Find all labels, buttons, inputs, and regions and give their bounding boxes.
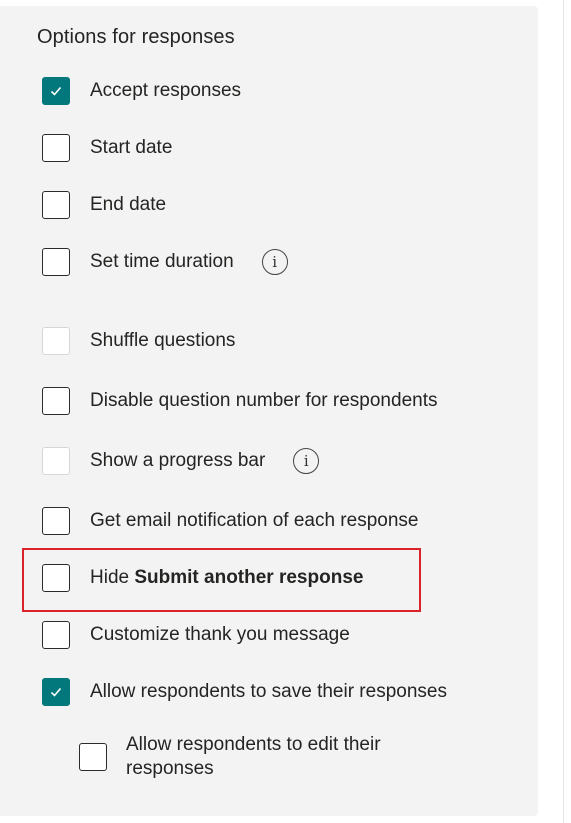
checkbox-disable-question-number[interactable] bbox=[42, 387, 70, 415]
checkmark-icon bbox=[50, 86, 62, 96]
panel-title: Options for responses bbox=[37, 26, 235, 48]
option-label: Start date bbox=[90, 137, 173, 158]
option-label: Disable question number for respondents bbox=[90, 390, 438, 411]
checkbox-start-date[interactable] bbox=[42, 134, 70, 162]
checkbox-hide-submit-another[interactable] bbox=[42, 564, 70, 592]
info-icon[interactable]: i bbox=[261, 249, 288, 275]
checkbox-show-progress-bar[interactable] bbox=[42, 447, 70, 475]
option-label: Get email notification of each response bbox=[90, 510, 419, 531]
option-label: Allow respondents to edit their response… bbox=[126, 734, 381, 779]
option-label: Hide Submit another response bbox=[90, 567, 363, 589]
checkmark-icon bbox=[50, 687, 62, 697]
checkbox-allow-edit[interactable] bbox=[79, 743, 107, 771]
option-allow-edit[interactable]: Allow respondents to edit their response… bbox=[79, 733, 426, 781]
option-set-time-duration[interactable]: Set time duration i bbox=[42, 248, 288, 276]
option-label: Set time duration bbox=[90, 251, 234, 272]
checkbox-end-date[interactable] bbox=[42, 191, 70, 219]
option-hide-submit-another[interactable]: Hide Submit another response bbox=[42, 564, 363, 592]
option-customize-thank-you[interactable]: Customize thank you message bbox=[42, 621, 350, 649]
option-allow-save[interactable]: Allow respondents to save their response… bbox=[42, 678, 447, 706]
info-icon[interactable]: i bbox=[293, 448, 320, 474]
option-label: Shuffle questions bbox=[90, 330, 236, 351]
option-label: Show a progress bar bbox=[90, 450, 266, 471]
option-end-date[interactable]: End date bbox=[42, 191, 166, 219]
option-disable-question-number[interactable]: Disable question number for respondents bbox=[42, 387, 437, 415]
option-label-prefix: Hide bbox=[90, 567, 130, 588]
option-label: End date bbox=[90, 194, 167, 215]
option-label: Customize thank you message bbox=[90, 624, 350, 645]
checkbox-shuffle-questions[interactable] bbox=[42, 327, 70, 355]
option-show-progress-bar[interactable]: Show a progress bar i bbox=[42, 447, 320, 475]
scrollbar-track bbox=[563, 0, 564, 823]
option-start-date[interactable]: Start date bbox=[42, 134, 172, 162]
option-label: Allow respondents to save their response… bbox=[90, 681, 447, 702]
option-accept-responses[interactable]: Accept responses bbox=[42, 77, 241, 105]
option-email-notification[interactable]: Get email notification of each response bbox=[42, 507, 418, 535]
option-label-bold: Submit another response bbox=[134, 567, 364, 588]
option-label: Accept responses bbox=[90, 80, 242, 101]
checkbox-allow-save[interactable] bbox=[42, 678, 70, 706]
checkbox-email-notification[interactable] bbox=[42, 507, 70, 535]
checkbox-accept-responses[interactable] bbox=[42, 77, 70, 105]
option-shuffle-questions[interactable]: Shuffle questions bbox=[42, 327, 235, 355]
checkbox-set-time-duration[interactable] bbox=[42, 248, 70, 276]
checkbox-customize-thank-you[interactable] bbox=[42, 621, 70, 649]
